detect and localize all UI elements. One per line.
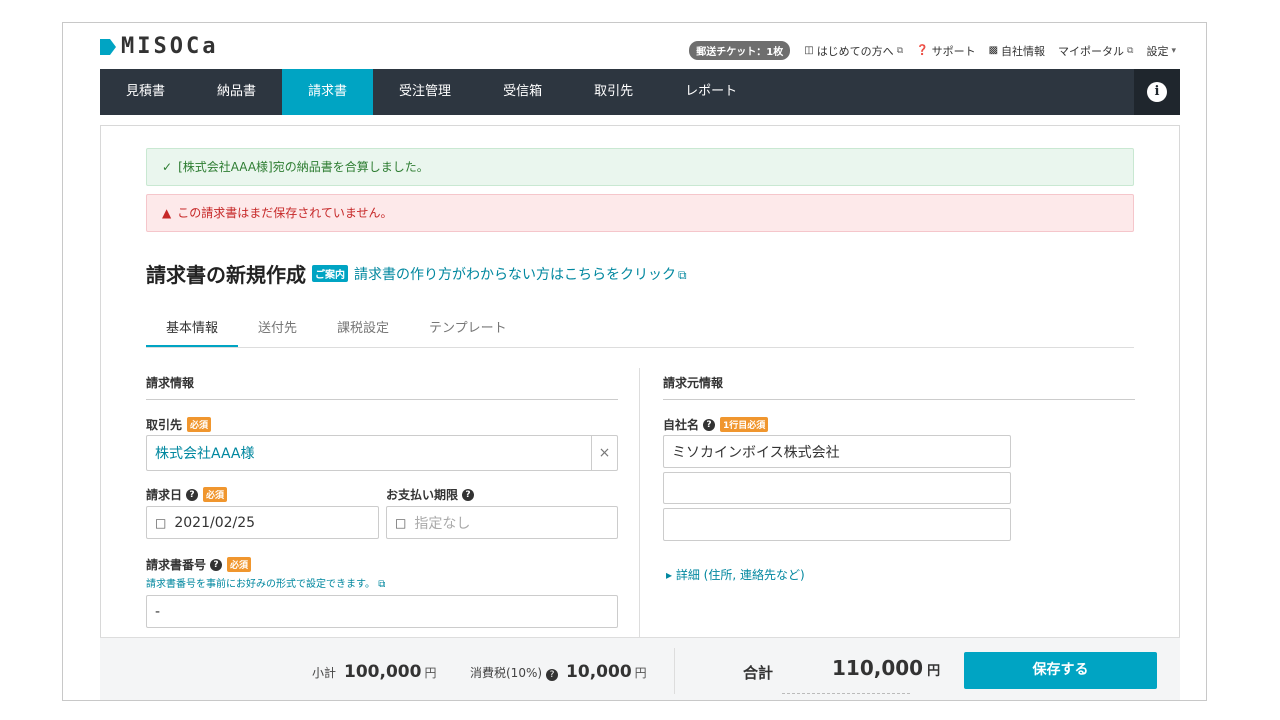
my-portal-link[interactable]: マイポータル ⧉	[1058, 43, 1133, 59]
caret-right-icon: ▸	[666, 568, 673, 582]
column-divider	[639, 368, 640, 640]
external-link-icon: ⧉	[678, 267, 687, 282]
tax: 消費税(10%) ? 10,000 円	[470, 662, 647, 682]
error-alert: ▲ この請求書はまだ保存されていません。	[146, 194, 1134, 232]
help-icon[interactable]: ?	[210, 558, 223, 571]
due-date-field[interactable]: □ 指定なし	[386, 506, 618, 539]
footer-divider	[674, 648, 675, 694]
external-link-icon: ⧉	[896, 45, 904, 56]
help-circle-icon: ❓	[916, 45, 929, 56]
required-badge: 必須	[187, 417, 212, 432]
logo-mark-icon	[100, 39, 116, 55]
required-badge: 必須	[227, 557, 252, 572]
company-name-line3[interactable]	[663, 508, 1011, 541]
top-bar: MISOCa 郵送チケット：1枚 ◫ はじめての方へ ⧉ ❓ サポート ▩ 自社…	[63, 23, 1206, 69]
book-icon: ◫	[804, 45, 814, 56]
calendar-icon: □	[395, 515, 407, 530]
company-name-label: 自社名 ? 1行目必須	[663, 416, 769, 433]
invoice-number-label: 請求書番号 ? 必須	[146, 556, 252, 573]
check-icon: ✓	[162, 160, 173, 174]
nav-clients[interactable]: 取引先	[568, 69, 659, 115]
nav-delivery-notes[interactable]: 納品書	[191, 69, 282, 115]
page-title: 請求書の新規作成	[146, 263, 306, 287]
total-label: 合計	[743, 664, 774, 682]
logo-text: MISOCa	[121, 34, 219, 59]
help-icon[interactable]: ?	[462, 488, 475, 501]
clear-icon[interactable]: ×	[591, 436, 617, 470]
nav-reports[interactable]: レポート	[659, 69, 763, 115]
save-button[interactable]: 保存する	[964, 652, 1157, 689]
main-nav: 見積書 納品書 請求書 受注管理 受信箱 取引先 レポート i	[100, 69, 1180, 115]
tab-recipient[interactable]: 送付先	[238, 313, 317, 347]
due-date-label: お支払い期限 ?	[386, 486, 475, 503]
misoca-logo[interactable]: MISOCa	[100, 34, 219, 59]
info-button[interactable]: i	[1134, 69, 1180, 115]
beginner-link[interactable]: ◫ はじめての方へ ⧉	[804, 43, 903, 59]
help-icon[interactable]: ?	[186, 488, 199, 501]
company-name-line2[interactable]	[663, 472, 1011, 504]
guide-link[interactable]: 請求書の作り方がわからない方はこちらをクリック ⧉	[354, 264, 687, 284]
required-badge: 必須	[203, 487, 228, 502]
ticket-badge[interactable]: 郵送チケット：1枚	[689, 41, 791, 60]
nav-inbox[interactable]: 受信箱	[477, 69, 568, 115]
company-name-line1[interactable]: ミソカインボイス株式会社	[663, 435, 1011, 468]
tab-template[interactable]: テンプレート	[409, 313, 527, 347]
help-icon[interactable]: ?	[546, 669, 559, 681]
invoice-form-card: ✓ [株式会社AAA様]宛の納品書を合算しました。 ▲ この請求書はまだ保存されてい…	[100, 125, 1180, 700]
client-label: 取引先 必須	[146, 416, 212, 433]
invoice-date-label: 請求日 ? 必須	[146, 486, 228, 503]
top-links: 郵送チケット：1枚 ◫ はじめての方へ ⧉ ❓ サポート ▩ 自社情報 マイポー…	[689, 41, 1176, 60]
info-icon: i	[1147, 82, 1167, 102]
nav-quotes[interactable]: 見積書	[100, 69, 191, 115]
warning-icon: ▲	[162, 206, 172, 220]
totals-footer: 小計 100,000 円 消費税(10%) ? 10,000 円 合計 110,…	[100, 637, 1180, 700]
external-link-icon: ⧉	[378, 579, 386, 590]
help-icon[interactable]: ?	[703, 418, 716, 431]
issuer-section-title: 請求元情報	[663, 374, 1135, 400]
billing-section-title: 請求情報	[146, 374, 618, 400]
invoice-number-hint[interactable]: 請求書番号を事前にお好みの形式で設定できます。 ⧉	[146, 575, 385, 590]
issuer-detail-toggle[interactable]: ▸ 詳細 (住所, 連絡先など)	[666, 566, 805, 583]
external-link-icon: ⧉	[1127, 45, 1134, 56]
invoice-date-field[interactable]: □ 2021/02/25	[146, 506, 379, 539]
settings-menu[interactable]: 設定 ▾	[1146, 43, 1176, 59]
client-select[interactable]: 株式会社AAA様 ×	[146, 435, 618, 471]
success-alert: ✓ [株式会社AAA様]宛の納品書を合算しました。	[146, 148, 1134, 186]
form-tabs: 基本情報 送付先 課税設定 テンプレート	[146, 313, 1134, 348]
building-icon: ▩	[988, 45, 999, 56]
support-link[interactable]: ❓ サポート	[916, 43, 975, 59]
title-row: 請求書の新規作成 ご案内 請求書の作り方がわからない方はこちらをクリック ⧉	[146, 259, 687, 288]
total-underline	[782, 693, 910, 694]
caret-down-icon: ▾	[1171, 45, 1176, 56]
tab-tax-settings[interactable]: 課税設定	[317, 313, 409, 347]
subtotal: 小計 100,000 円	[312, 662, 437, 682]
total-value: 110,000 円	[832, 656, 941, 680]
guide-badge: ご案内	[312, 265, 348, 282]
calendar-icon: □	[155, 515, 167, 530]
app-window: MISOCa 郵送チケット：1枚 ◫ はじめての方へ ⧉ ❓ サポート ▩ 自社…	[62, 22, 1207, 701]
nav-invoices[interactable]: 請求書	[282, 69, 374, 115]
tab-basic-info[interactable]: 基本情報	[146, 313, 239, 347]
nav-orders[interactable]: 受注管理	[373, 69, 477, 115]
company-info-link[interactable]: ▩ 自社情報	[989, 43, 1045, 59]
invoice-number-field[interactable]: -	[146, 595, 618, 628]
required-badge: 1行目必須	[720, 417, 769, 432]
